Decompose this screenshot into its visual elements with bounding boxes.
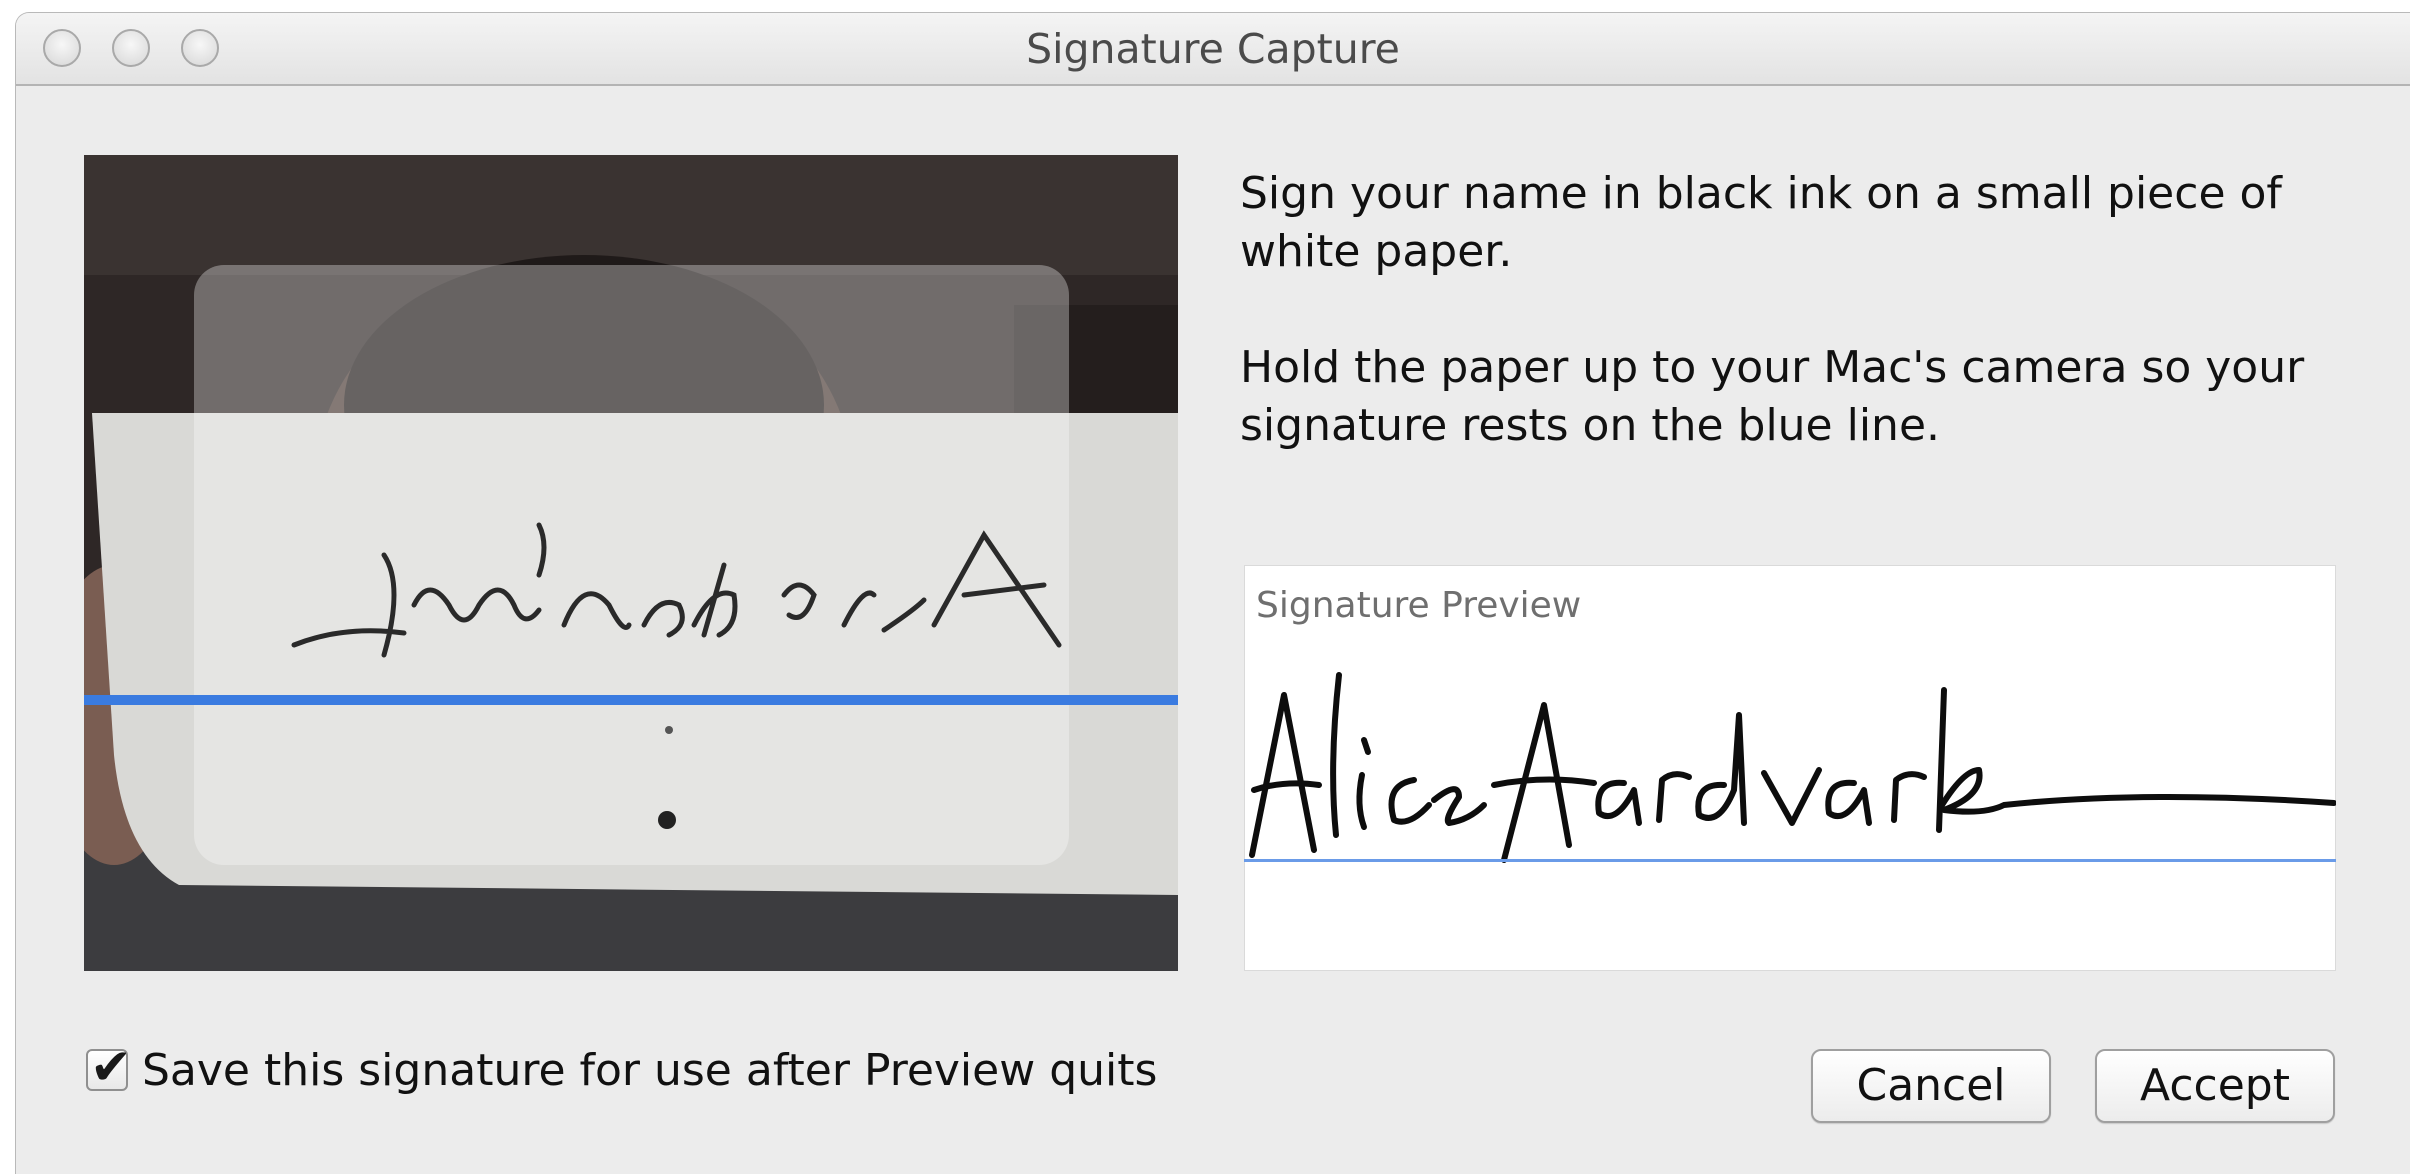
checkmark-icon: ✔: [90, 1038, 132, 1096]
save-signature-checkbox[interactable]: ✔: [86, 1038, 132, 1096]
save-signature-label[interactable]: Save this signature for use after Previe…: [142, 1045, 1157, 1096]
signature-preview-drawing: [1244, 672, 2336, 863]
camera-view: [84, 155, 1178, 971]
signature-strokes: [1249, 672, 2336, 863]
window-title: Signature Capture: [1026, 25, 1400, 73]
signature-baseline: [1244, 859, 2336, 862]
instruction-paragraph-1: Sign your name in black ink on a small p…: [1240, 168, 2282, 277]
accept-button[interactable]: Accept: [2095, 1049, 2335, 1123]
camera-guide-line: [84, 695, 1178, 705]
instruction-paragraph-2: Hold the paper up to your Mac's camera s…: [1240, 342, 2305, 451]
instructions: Sign your name in black ink on a small p…: [1240, 165, 2370, 513]
cancel-button[interactable]: Cancel: [1811, 1049, 2051, 1123]
camera-feed-image: [84, 155, 1178, 971]
save-signature-option[interactable]: ✔ Save this signature for use after Prev…: [86, 1038, 1157, 1097]
signature-capture-window: Signature Capture Sign your name in blac…: [15, 12, 2410, 1174]
signature-preview: Signature Preview: [1244, 565, 2336, 971]
title-bar: Signature Capture: [16, 13, 2410, 86]
